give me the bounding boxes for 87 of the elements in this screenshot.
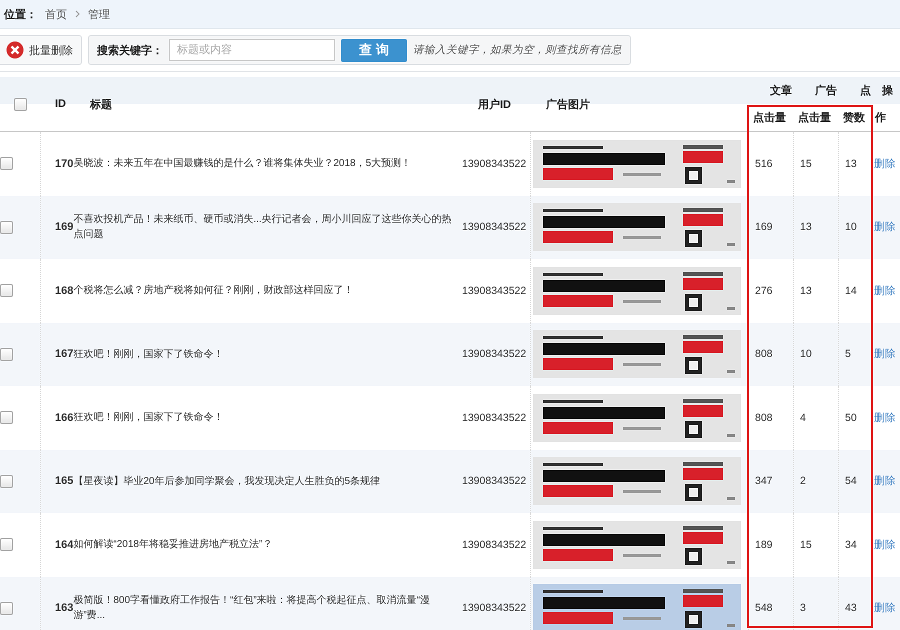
user-id: 13908343522 <box>462 348 526 360</box>
article-title: 极简版！800字看懂政府工作报告！“红包”来啦：将提高个税起征点、取消流量“漫游”费... <box>73 594 432 624</box>
ad-clicks: 13 <box>800 221 812 234</box>
select-all-checkbox[interactable] <box>14 98 27 110</box>
article-id: 166 <box>55 412 74 424</box>
article-title: 狂欢吧！刚刚，国家下了铁命令！ <box>73 410 224 426</box>
delete-link[interactable]: 删除 <box>874 601 896 616</box>
column-header: 广告图片 <box>546 98 590 112</box>
like-count: 43 <box>845 602 857 614</box>
search-label: 搜索关键字： <box>97 44 163 58</box>
article-clicks: 808 <box>755 348 773 360</box>
search-hint: 请输入关键字，如果为空，则查找所有信息 <box>413 43 622 57</box>
like-count: 13 <box>845 158 857 170</box>
article-id: 169 <box>55 221 74 234</box>
batch-delete-button[interactable]: 批量删除 <box>0 35 82 65</box>
search-field[interactable]: 标题或内容 <box>169 39 335 61</box>
row-checkbox[interactable] <box>0 348 13 361</box>
ad-clicks: 2 <box>800 475 806 488</box>
column-header: ID <box>55 98 66 110</box>
article-id: 168 <box>55 284 74 297</box>
ad-clicks: 3 <box>800 602 806 614</box>
article-title: 【星夜读】毕业20年后参加同学聚会，我发现决定人生胜负的5条规律 <box>73 474 380 489</box>
query-button[interactable]: 查 询 <box>341 38 407 62</box>
article-title: 吴晓波：未来五年在中国最赚钱的是什么？谁将集体失业？2018，5大预测！ <box>73 156 412 172</box>
like-count: 34 <box>845 538 857 551</box>
row-checkbox[interactable] <box>0 220 13 234</box>
article-title: 不喜欢投机产品！未来纸币、硬币或消失...央行记者会，周小川回应了这些你关心的热点问题 <box>73 212 453 242</box>
article-clicks: 516 <box>755 158 773 170</box>
user-id: 13908343522 <box>462 538 526 551</box>
article-title: 个税将怎么减？房地产税将如何征？刚刚，财政部这样回应了！ <box>73 284 354 298</box>
column-header: 点击量 <box>753 110 786 125</box>
user-id: 13908343522 <box>462 412 526 424</box>
article-title: 狂欢吧！刚刚，国家下了铁命令！ <box>73 348 224 362</box>
delete-link[interactable]: 删除 <box>874 410 896 425</box>
row-checkbox[interactable] <box>0 411 13 424</box>
like-count: 14 <box>845 284 857 297</box>
like-count: 5 <box>845 348 851 360</box>
column-header: 广告 <box>815 84 837 98</box>
delete-link[interactable]: 删除 <box>874 220 896 234</box>
article-clicks: 276 <box>755 284 773 297</box>
delete-link[interactable]: 删除 <box>874 284 896 298</box>
user-id: 13908343522 <box>462 158 526 170</box>
chevron-icon <box>75 10 80 18</box>
row-checkbox[interactable] <box>0 538 13 552</box>
like-count: 10 <box>845 221 857 234</box>
row-checkbox[interactable] <box>0 284 13 298</box>
article-id: 164 <box>55 538 74 551</box>
user-id: 13908343522 <box>462 221 526 234</box>
column-header: 作 <box>875 111 886 125</box>
breadcrumb-label: 位置： <box>4 8 37 22</box>
column-header: 点击量 <box>798 110 831 125</box>
article-clicks: 347 <box>755 475 773 488</box>
article-id: 170 <box>55 158 74 170</box>
user-id: 13908343522 <box>462 475 526 488</box>
column-header: 文章 <box>770 84 792 98</box>
column-header: 赞数 <box>843 111 865 125</box>
user-id: 13908343522 <box>462 284 526 297</box>
article-id: 167 <box>55 348 74 360</box>
row-checkbox[interactable] <box>0 602 13 615</box>
breadcrumb-link[interactable]: 首页 <box>45 6 67 22</box>
ad-clicks: 4 <box>800 412 806 424</box>
delete-link[interactable]: 删除 <box>874 538 896 552</box>
ad-clicks: 15 <box>800 158 812 170</box>
article-id: 163 <box>55 602 74 614</box>
delete-link[interactable]: 删除 <box>874 347 896 362</box>
close-icon <box>6 41 24 59</box>
user-id: 13908343522 <box>462 602 526 614</box>
column-header: 标题 <box>90 98 112 112</box>
ad-clicks: 10 <box>800 348 812 360</box>
column-header: 用户ID <box>478 98 511 112</box>
article-title: 如何解读“2018年将稳妥推进房地产税立法”？ <box>73 538 272 552</box>
article-id: 165 <box>55 475 74 488</box>
column-header: 操 <box>882 84 893 98</box>
article-clicks: 548 <box>755 602 773 614</box>
like-count: 54 <box>845 475 857 488</box>
ad-clicks: 13 <box>800 284 812 297</box>
article-clicks: 808 <box>755 412 773 424</box>
article-clicks: 189 <box>755 538 773 551</box>
row-checkbox[interactable] <box>0 157 13 170</box>
ad-clicks: 15 <box>800 538 812 551</box>
row-checkbox[interactable] <box>0 474 13 488</box>
delete-link[interactable]: 删除 <box>874 156 896 171</box>
like-count: 50 <box>845 412 857 424</box>
delete-link[interactable]: 删除 <box>874 474 896 488</box>
breadcrumb-link[interactable]: 管理 <box>88 6 110 22</box>
article-clicks: 169 <box>755 221 773 234</box>
column-header: 点 <box>860 84 871 98</box>
